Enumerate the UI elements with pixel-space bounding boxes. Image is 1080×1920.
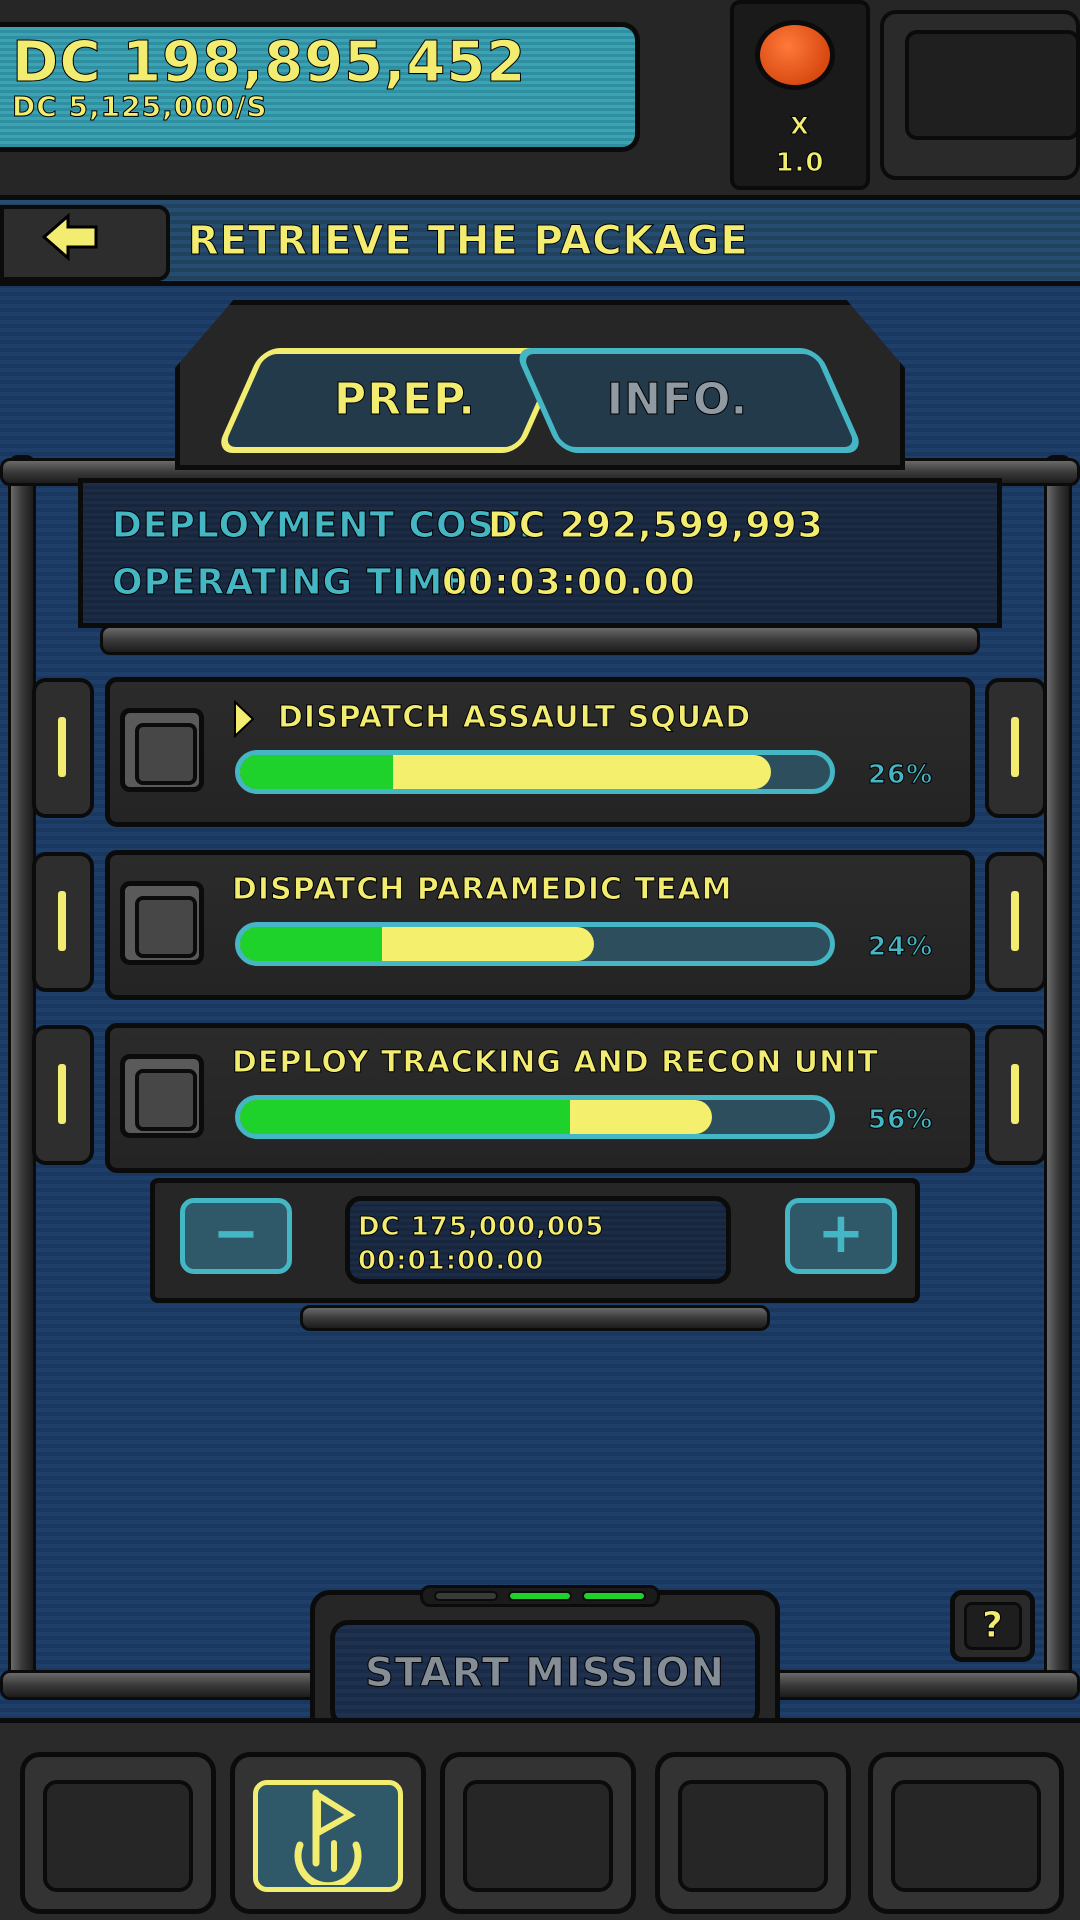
- task-clip-right: [985, 852, 1047, 992]
- task-clip-left: [32, 852, 94, 992]
- status-light-off: [434, 1591, 498, 1601]
- deployment-cost-label: DEPLOYMENT COST:: [111, 505, 534, 547]
- task-checkbox[interactable]: [120, 881, 204, 965]
- machine-screen: [905, 30, 1080, 140]
- mission-summary-panel: [78, 478, 1002, 628]
- task-progress-bar: [235, 922, 835, 966]
- task-percent: 26%: [867, 760, 934, 791]
- task-title: DISPATCH ASSAULT SQUAD: [277, 700, 752, 736]
- increase-button[interactable]: +: [785, 1198, 897, 1274]
- panel-pipe: [100, 625, 980, 655]
- tab-prep-label: PREP.: [333, 374, 477, 426]
- tab-info-label: INFO.: [606, 374, 749, 426]
- decrease-button[interactable]: −: [180, 1198, 292, 1274]
- nav-slot-5-screen: [891, 1780, 1041, 1892]
- status-light-on: [582, 1591, 646, 1601]
- mission-title: RETRIEVE THE PACKAGE: [188, 218, 749, 265]
- task-title: DEPLOY TRACKING AND RECON UNIT: [232, 1045, 879, 1081]
- status-light-on: [508, 1591, 572, 1601]
- play-icon: [234, 700, 255, 738]
- operating-time-label: OPERATING TIME:: [111, 562, 485, 604]
- nav-slot-4-screen: [678, 1780, 828, 1892]
- task-progress-bar: [235, 1095, 835, 1139]
- speed-multiplier-label: X: [790, 112, 810, 141]
- task-title: DISPATCH PARAMEDIC TEAM: [232, 872, 733, 908]
- task-clip-right: [985, 678, 1047, 818]
- deployment-cost-value: DC 292,599,993: [488, 505, 824, 547]
- operating-time-value: 00:03:00.00: [442, 562, 696, 604]
- start-mission-label: START MISSION: [364, 1650, 726, 1697]
- investment-cost: DC 175,000,005: [357, 1212, 605, 1243]
- task-percent: 24%: [867, 932, 934, 963]
- balance-value: DC 198,895,452: [11, 30, 527, 96]
- income-rate: DC 5,125,000/S: [12, 90, 268, 124]
- frame-rail-right: [1044, 455, 1072, 1685]
- flag-emblem-icon: [294, 1789, 362, 1885]
- progress-fill-primary: [240, 1100, 571, 1134]
- progress-fill-primary: [240, 755, 394, 789]
- investment-time: 00:01:00.00: [357, 1246, 545, 1277]
- nav-slot-3-screen: [463, 1780, 613, 1892]
- task-checkbox[interactable]: [120, 708, 204, 792]
- task-percent: 56%: [867, 1105, 934, 1136]
- arrow-left-icon[interactable]: [40, 212, 100, 262]
- nav-slot-1-screen: [43, 1780, 193, 1892]
- task-clip-left: [32, 1025, 94, 1165]
- alarm-button-icon[interactable]: [755, 20, 835, 90]
- progress-fill-primary: [240, 927, 382, 961]
- stepper-pipe: [300, 1305, 770, 1331]
- task-checkbox[interactable]: [120, 1054, 204, 1138]
- task-clip-left: [32, 678, 94, 818]
- task-clip-right: [985, 1025, 1047, 1165]
- help-icon: ?: [964, 1602, 1022, 1650]
- speed-multiplier-value[interactable]: 1.0: [740, 148, 860, 179]
- task-progress-bar: [235, 750, 835, 794]
